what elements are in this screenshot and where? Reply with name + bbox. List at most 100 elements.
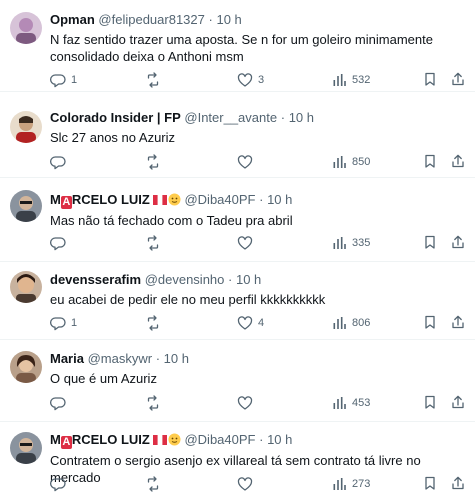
like-button[interactable] <box>237 234 258 252</box>
repost-button[interactable] <box>145 71 166 89</box>
display-name[interactable]: M A RCELO LUIZ <box>50 192 181 209</box>
action-bar: 335 <box>50 234 475 252</box>
views-button[interactable]: 850 <box>331 153 370 171</box>
bookmark-button[interactable] <box>422 314 440 332</box>
reply-button[interactable]: 1 <box>50 314 77 332</box>
avatar[interactable] <box>10 271 42 303</box>
bookmark-button[interactable] <box>422 71 440 89</box>
timestamp[interactable]: 10 h <box>267 192 292 207</box>
user-handle[interactable]: @Diba40PF <box>184 432 255 447</box>
action-bar: 1 3 532 <box>50 71 475 89</box>
bookmark-button[interactable] <box>422 394 440 412</box>
views-count: 850 <box>352 156 371 168</box>
views-count: 806 <box>352 317 371 329</box>
bookmark-icon <box>425 315 435 329</box>
tweet-text: Mas não tá fechado com o Tadeu pra abril <box>50 213 293 228</box>
timestamp[interactable]: 10 h <box>289 110 314 125</box>
repost-button[interactable] <box>145 153 166 171</box>
avatar[interactable] <box>10 351 42 383</box>
views-button[interactable]: 273 <box>331 475 370 493</box>
avatar[interactable] <box>10 432 42 464</box>
share-button[interactable] <box>450 475 468 493</box>
timestamp[interactable]: 10 h <box>216 12 241 27</box>
user-handle[interactable]: @maskywr <box>88 351 152 366</box>
reply-button[interactable]: 1 <box>50 71 77 89</box>
tweet[interactable]: devensserafim @devensinho · 10 h eu acab… <box>0 262 475 340</box>
share-button[interactable] <box>450 153 468 171</box>
views-button[interactable]: 453 <box>331 394 370 412</box>
avatar[interactable] <box>10 190 42 222</box>
like-icon <box>237 236 253 250</box>
tweet-text: O que é um Azuriz <box>50 371 157 386</box>
like-button[interactable] <box>237 394 258 412</box>
bookmark-button[interactable] <box>422 475 440 493</box>
repost-button[interactable] <box>145 475 166 493</box>
share-icon <box>452 235 464 249</box>
like-button[interactable] <box>237 153 258 171</box>
bookmark-button[interactable] <box>422 234 440 252</box>
views-button[interactable]: 806 <box>331 314 370 332</box>
avatar[interactable] <box>10 12 42 44</box>
repost-icon <box>147 395 159 411</box>
bookmark-icon <box>425 395 435 409</box>
tweet-header: M A RCELO LUIZ @Diba40PF · 10 h <box>50 192 467 209</box>
tweet-header: devensserafim @devensinho · 10 h <box>50 272 467 288</box>
share-icon <box>452 315 464 329</box>
repost-icon <box>147 72 159 88</box>
repost-icon <box>147 315 159 331</box>
display-name[interactable]: M A RCELO LUIZ <box>50 432 181 449</box>
face-emoji-icon <box>168 433 181 446</box>
reply-button[interactable] <box>50 234 71 252</box>
reply-button[interactable] <box>50 153 71 171</box>
repost-button[interactable] <box>145 314 166 332</box>
share-icon <box>452 395 464 409</box>
share-button[interactable] <box>450 394 468 412</box>
tweet[interactable]: M A RCELO LUIZ @Diba40PF · 10 h Contratem … <box>0 422 475 504</box>
views-icon <box>333 478 346 490</box>
views-button[interactable]: 335 <box>331 234 370 252</box>
bookmark-button[interactable] <box>422 153 440 171</box>
display-name[interactable]: Maria <box>50 351 84 366</box>
views-button[interactable]: 532 <box>331 71 370 89</box>
user-handle[interactable]: @Diba40PF <box>184 192 255 207</box>
repost-button[interactable] <box>145 234 166 252</box>
like-icon <box>237 396 253 410</box>
display-name[interactable]: Opman <box>50 12 95 27</box>
views-count: 532 <box>352 74 371 86</box>
tweet[interactable]: M A RCELO LUIZ @Diba40PF · 10 h Mas não tá… <box>0 178 475 262</box>
tweet[interactable]: Maria @maskywr · 10 h O que é um Azuriz … <box>0 340 475 422</box>
views-icon <box>333 74 346 86</box>
repost-icon <box>147 235 159 251</box>
timestamp[interactable]: 10 h <box>267 432 292 447</box>
views-icon <box>333 156 346 168</box>
separator: · <box>208 12 213 27</box>
share-button[interactable] <box>450 314 468 332</box>
action-bar: 453 <box>50 394 475 412</box>
bookmark-icon <box>425 72 435 86</box>
tweet[interactable]: Opman @felipeduar81327 · 10 h N faz sent… <box>0 0 475 92</box>
like-button[interactable]: 3 <box>237 71 264 89</box>
repost-button[interactable] <box>145 394 166 412</box>
timestamp[interactable]: 10 h <box>236 272 261 287</box>
tweet[interactable]: Colorado Insider | FP @Inter__avante · 1… <box>0 92 475 178</box>
views-icon <box>333 237 346 249</box>
user-handle[interactable]: @felipeduar81327 <box>98 12 204 27</box>
tweet-text: eu acabei de pedir ele no meu perfil kkk… <box>50 292 326 307</box>
display-name[interactable]: Colorado Insider | FP <box>50 110 181 125</box>
user-handle[interactable]: @devensinho <box>145 272 225 287</box>
user-handle[interactable]: @Inter__avante <box>184 110 277 125</box>
tweet-header: Maria @maskywr · 10 h <box>50 351 467 367</box>
replies-feed: Opman @felipeduar81327 · 10 h N faz sent… <box>0 0 475 504</box>
display-name[interactable]: devensserafim <box>50 272 141 287</box>
share-button[interactable] <box>450 71 468 89</box>
like-button[interactable] <box>237 475 258 493</box>
action-bar: 1 4 806 <box>50 314 475 332</box>
bookmark-icon <box>425 476 435 490</box>
avatar[interactable] <box>10 111 42 143</box>
timestamp[interactable]: 10 h <box>164 351 189 366</box>
reply-button[interactable] <box>50 394 71 412</box>
bookmark-icon <box>425 235 435 249</box>
share-button[interactable] <box>450 234 468 252</box>
reply-button[interactable] <box>50 475 71 493</box>
like-button[interactable]: 4 <box>237 314 264 332</box>
